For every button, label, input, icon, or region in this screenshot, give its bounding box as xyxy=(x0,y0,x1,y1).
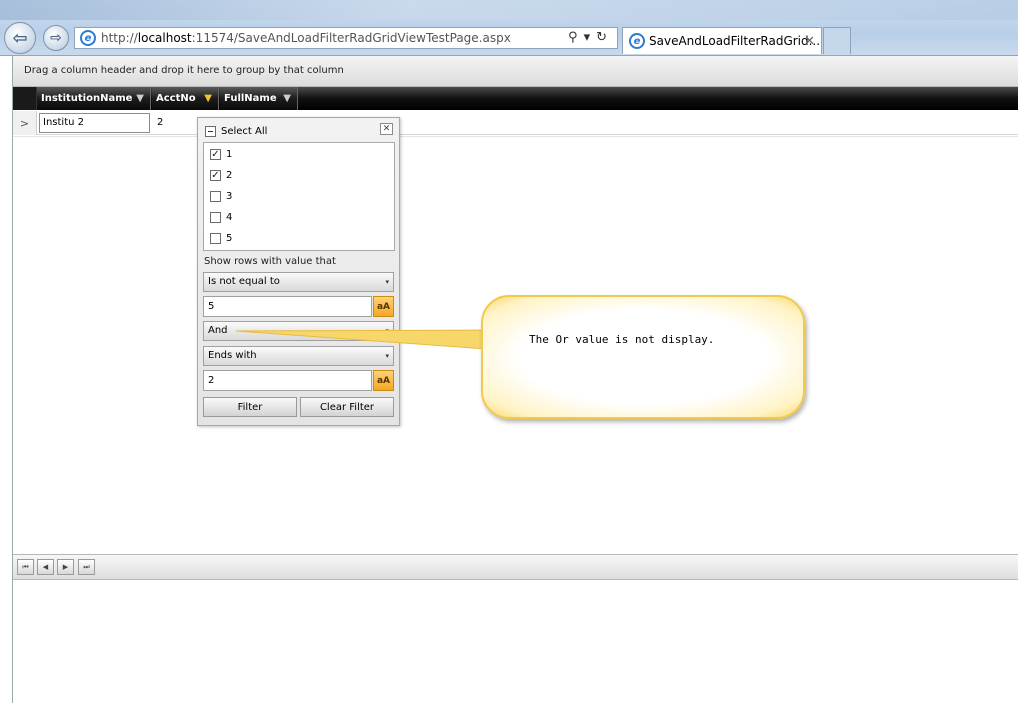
funnel-icon[interactable]: ▼ xyxy=(283,93,291,104)
back-button[interactable]: ⇦ xyxy=(4,22,36,54)
header-indent-cell xyxy=(13,87,37,110)
group-hint-text: Drag a column header and drop it here to… xyxy=(24,65,344,76)
funnel-icon[interactable]: ▼ xyxy=(136,93,144,104)
value1-input[interactable]: 5 xyxy=(203,296,372,317)
window-title-bar xyxy=(0,0,1018,20)
select-all-option[interactable]: Select All xyxy=(205,126,267,137)
address-scheme: http:// xyxy=(101,31,138,45)
row-indicator-icon: > xyxy=(13,111,37,135)
clear-filter-button[interactable]: Clear Filter xyxy=(300,397,394,417)
list-item[interactable]: ✓ 2 xyxy=(210,170,232,181)
row-divider xyxy=(13,136,1018,137)
operator2-value: Ends with xyxy=(208,350,257,361)
value-label: 5 xyxy=(226,233,233,244)
distinct-values-list: ✓ 1 ✓ 2 3 4 5 xyxy=(203,142,395,251)
match-case-toggle[interactable]: aA xyxy=(373,370,394,391)
annotation-callout: The Or value is not display. xyxy=(481,295,805,419)
ie-page-icon: e xyxy=(80,30,96,46)
column-header-label: FullName xyxy=(224,93,277,104)
list-item[interactable]: ✓ 1 xyxy=(210,149,232,160)
table-row[interactable]: > Institu 2 2 xyxy=(13,111,1018,135)
value-label: 4 xyxy=(226,212,233,223)
first-page-icon[interactable]: ⏮ xyxy=(17,559,34,575)
forward-button[interactable]: ⇨ xyxy=(43,25,69,51)
value-checkbox[interactable] xyxy=(210,233,221,244)
column-header-acctno[interactable]: AcctNo ▼ xyxy=(152,87,219,110)
previous-page-icon[interactable]: ◀ xyxy=(37,559,54,575)
select-all-checkbox[interactable] xyxy=(205,126,216,137)
list-item[interactable]: 4 xyxy=(210,212,232,223)
address-bar[interactable]: e http://localhost:11574/SaveAndLoadFilt… xyxy=(74,27,618,49)
list-item[interactable]: 3 xyxy=(210,191,232,202)
search-refresh-icons[interactable]: ⚲▾↻ xyxy=(568,30,613,45)
value-label: 3 xyxy=(226,191,233,202)
value-checkbox[interactable] xyxy=(210,212,221,223)
tab-close-icon[interactable]: ✕ xyxy=(804,34,815,49)
value-label: 2 xyxy=(226,170,233,181)
forward-arrow-icon: ⇨ xyxy=(50,30,62,46)
value2-input[interactable]: 2 xyxy=(203,370,372,391)
select-all-label: Select All xyxy=(221,126,268,137)
grid-pager: ⏮ ◀ ▶ ⏭ xyxy=(13,554,1018,580)
list-item[interactable]: 5 xyxy=(210,233,232,244)
tab-title: SaveAndLoadFilterRadGrid... xyxy=(649,34,821,48)
column-header-label: AcctNo xyxy=(156,93,196,104)
funnel-icon[interactable]: ▼ xyxy=(204,93,212,104)
operator2-dropdown[interactable]: Ends with ▾ xyxy=(203,346,394,366)
browser-chrome: ⇦ ⇨ e http://localhost:11574/SaveAndLoad… xyxy=(0,0,1018,56)
address-host: localhost xyxy=(137,31,192,45)
next-page-icon[interactable]: ▶ xyxy=(57,559,74,575)
address-path: :11574/SaveAndLoadFilterRadGridViewTestP… xyxy=(191,31,511,45)
group-panel[interactable]: Drag a column header and drop it here to… xyxy=(13,56,1018,87)
value-label: 1 xyxy=(226,149,233,160)
callout-text: The Or value is not display. xyxy=(529,333,715,346)
ie-tab-icon: e xyxy=(629,33,645,49)
grid-header-row: InstitutionName ▼ AcctNo ▼ FullName ▼ xyxy=(13,87,1018,110)
chevron-down-icon: ▾ xyxy=(385,278,389,286)
operator1-dropdown[interactable]: Is not equal to ▾ xyxy=(203,272,394,292)
logic-operator-value: And xyxy=(208,325,228,336)
filter-popup: Select All ✕ ✓ 1 ✓ 2 3 4 5 Show rows wit… xyxy=(197,117,400,426)
chevron-down-icon: ▾ xyxy=(385,327,389,335)
filter-caption: Show rows with value that xyxy=(204,256,336,267)
value-checkbox[interactable]: ✓ xyxy=(210,149,221,160)
value-checkbox[interactable]: ✓ xyxy=(210,170,221,181)
column-header-label: InstitutionName xyxy=(41,93,133,104)
back-arrow-icon: ⇦ xyxy=(12,27,28,49)
operator1-value: Is not equal to xyxy=(208,276,280,287)
last-page-icon[interactable]: ⏭ xyxy=(78,559,95,575)
new-tab-button[interactable] xyxy=(823,27,851,54)
match-case-toggle[interactable]: aA xyxy=(373,296,394,317)
institution-cell-editor[interactable]: Institu 2 xyxy=(39,113,150,133)
chevron-down-icon: ▾ xyxy=(385,352,389,360)
column-header-fullname[interactable]: FullName ▼ xyxy=(220,87,298,110)
column-header-institutionname[interactable]: InstitutionName ▼ xyxy=(37,87,151,110)
logic-operator-dropdown[interactable]: And ▾ xyxy=(203,321,394,341)
acctno-cell[interactable]: 2 xyxy=(157,117,163,128)
value-checkbox[interactable] xyxy=(210,191,221,202)
close-icon[interactable]: ✕ xyxy=(380,123,393,135)
browser-tab[interactable]: e SaveAndLoadFilterRadGrid... ✕ xyxy=(622,27,822,54)
filter-button[interactable]: Filter xyxy=(203,397,297,417)
